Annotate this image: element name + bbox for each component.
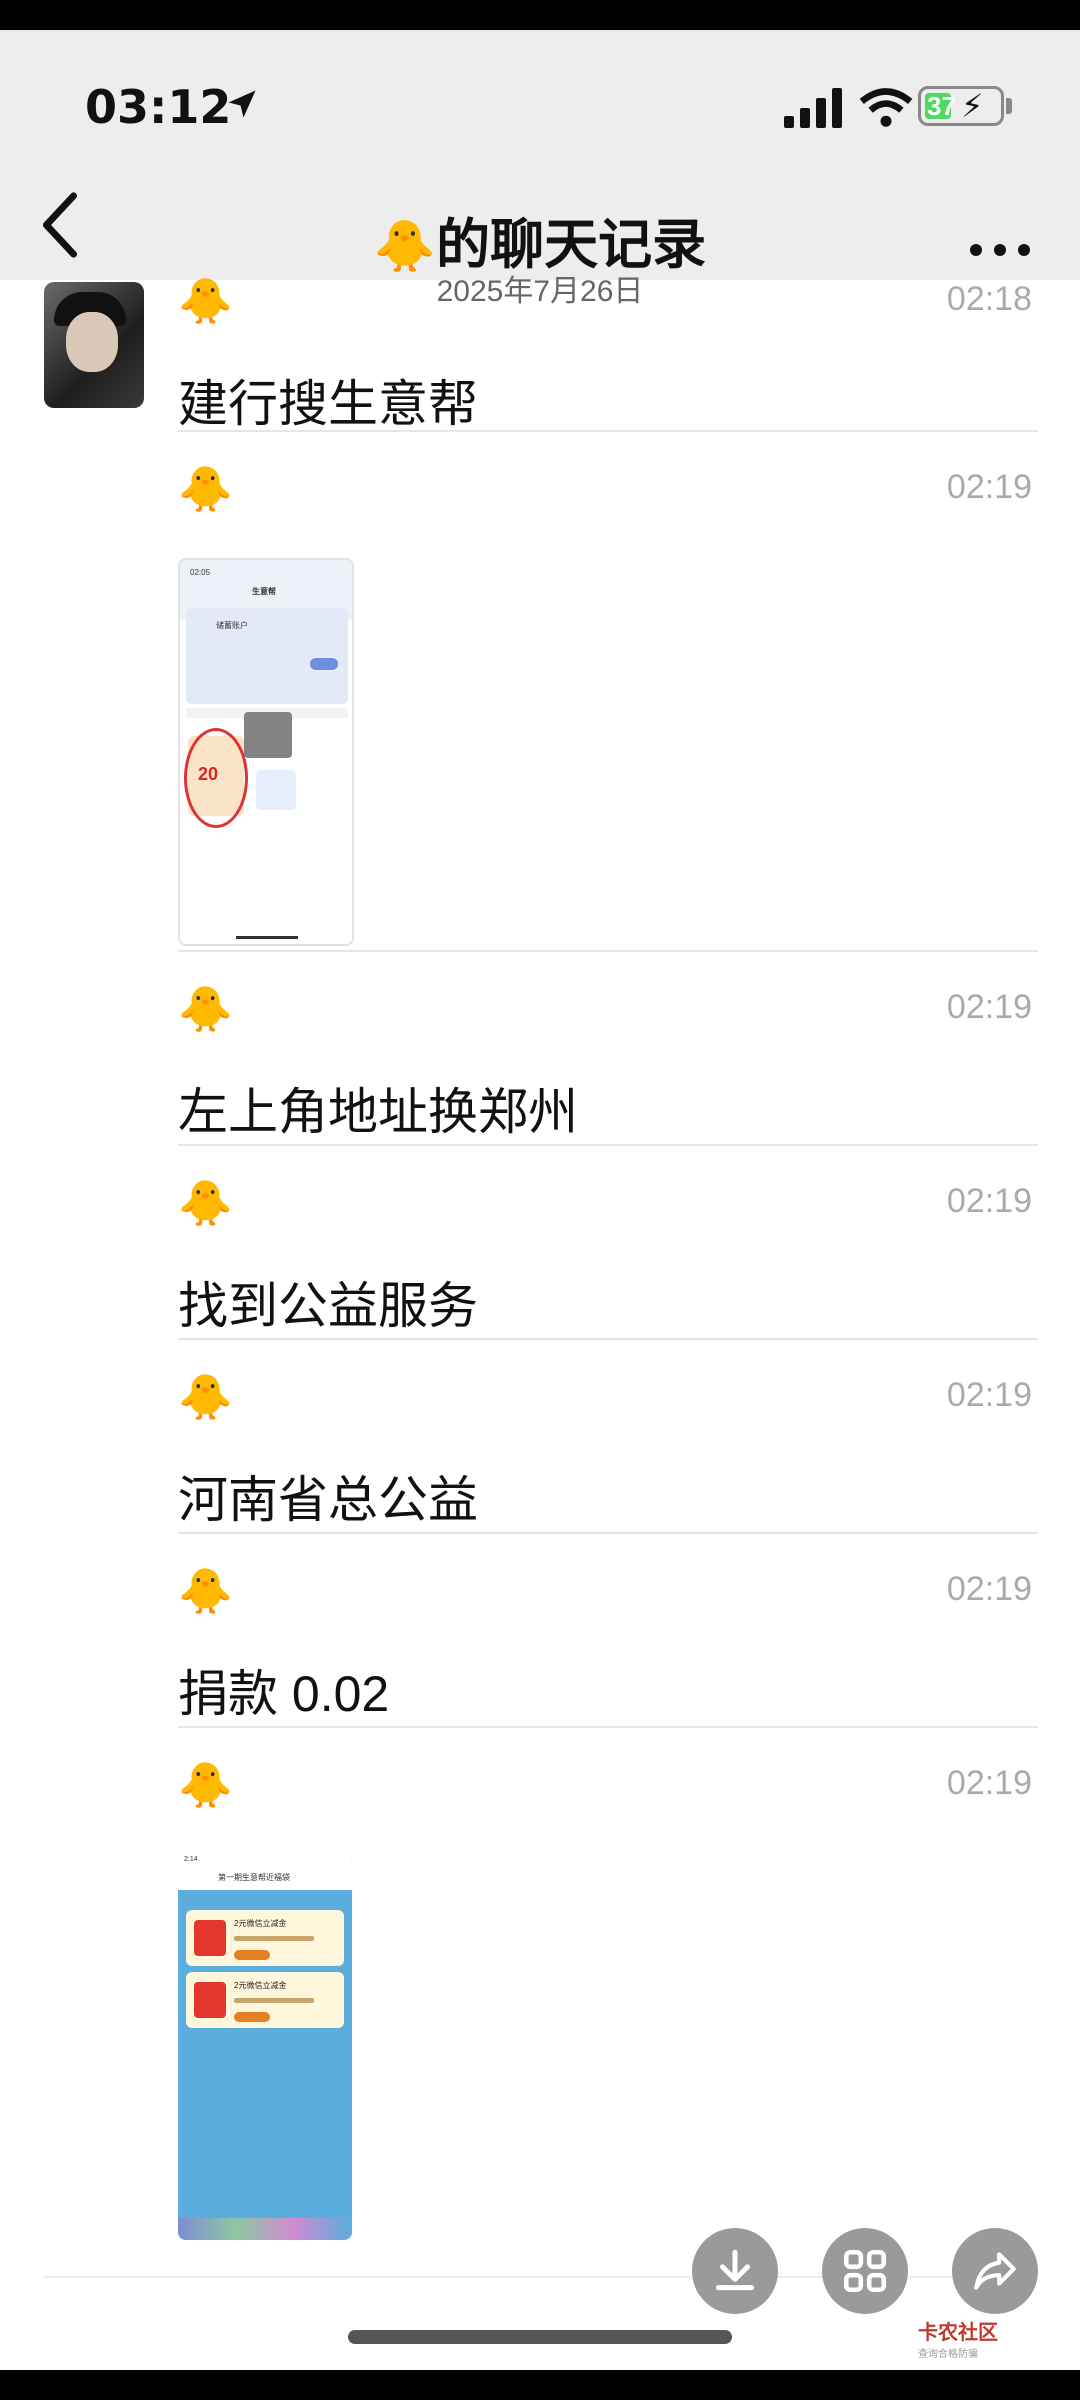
location-arrow-icon [228,90,256,118]
sender-name: 🐥 [178,1567,233,1616]
wifi-icon [859,88,913,127]
sender-name: 🐥 [178,465,233,514]
grid-button[interactable] [822,2228,908,2314]
message-text[interactable]: 找到公益服务 [178,1266,478,1338]
message-time: 02:19 [946,1376,1032,1414]
thumb-card-label: 2元微信立减金 [234,1919,287,1928]
screenshot-thumbnail[interactable]: 02:05 生意帮 储蓄账户 20 [178,558,354,946]
message-time: 02:19 [946,1570,1032,1608]
more-options-button[interactable] [970,240,1030,260]
screenshot-thumbnail[interactable]: 2:14 第一期生意帮近福袋 2元微信立减金 2元微信立减金 [178,1854,352,2240]
watermark-logo: 卡农社区 查询合格防骗 [918,2316,998,2360]
watermark-sub: 查询合格防骗 [918,2349,978,2360]
thumb-status-time: 2:14 [184,1856,198,1863]
chat-date: 2025年7月26日 [436,275,644,308]
divider [178,430,1038,432]
download-button[interactable] [692,2228,778,2314]
thumb-title: 生意帮 [252,587,276,596]
avatar[interactable] [44,282,144,408]
sender-name: 🐥 [178,277,233,326]
message-time: 02:19 [946,1764,1032,1802]
status-time: 03:12 [85,80,232,134]
sender-name: 🐥 [178,1179,233,1228]
divider [178,1338,1038,1340]
sender-name: 🐥 [178,1761,233,1810]
download-icon [715,2249,755,2291]
message-text[interactable]: 捐款 0.02 [178,1654,389,1726]
sender-name: 🐥 [178,1373,233,1422]
watermark-name: 卡农社区 [918,2322,998,2344]
message-text[interactable]: 左上角地址换郑州 [178,1072,578,1144]
message-text[interactable]: 河南省总公益 [178,1460,478,1532]
divider [178,1532,1038,1534]
status-bar: 03:12 37 ⚡ 🐥的聊天记录 2025年7月26日 [0,30,1080,308]
signal-icon [784,88,846,128]
thumb-account: 储蓄账户 [216,621,248,630]
battery-icon: 37 ⚡ [918,86,1004,126]
message-time: 02:18 [946,280,1032,318]
message-time: 02:19 [946,468,1032,506]
message-text[interactable]: 建行搜生意帮 [178,364,478,436]
divider [178,1726,1038,1728]
home-indicator[interactable] [348,2330,732,2344]
thumb-card-label: 2元微信立减金 [234,1981,287,1990]
thumb-status-time: 02:05 [190,568,211,577]
battery-level: 37 [927,91,956,121]
grid-icon [843,2249,887,2293]
divider [178,950,1038,952]
divider [178,1144,1038,1146]
message-time: 02:19 [946,1182,1032,1220]
share-button[interactable] [952,2228,1038,2314]
chat-history-screen: 03:12 37 ⚡ 🐥的聊天记录 2025年7月26日 🐥 02:18 建行搜… [0,30,1080,2370]
thumb-title: 第一期生意帮近福袋 [218,1873,290,1882]
share-icon [974,2252,1016,2290]
message-time: 02:19 [946,988,1032,1026]
sender-name: 🐥 [178,985,233,1034]
